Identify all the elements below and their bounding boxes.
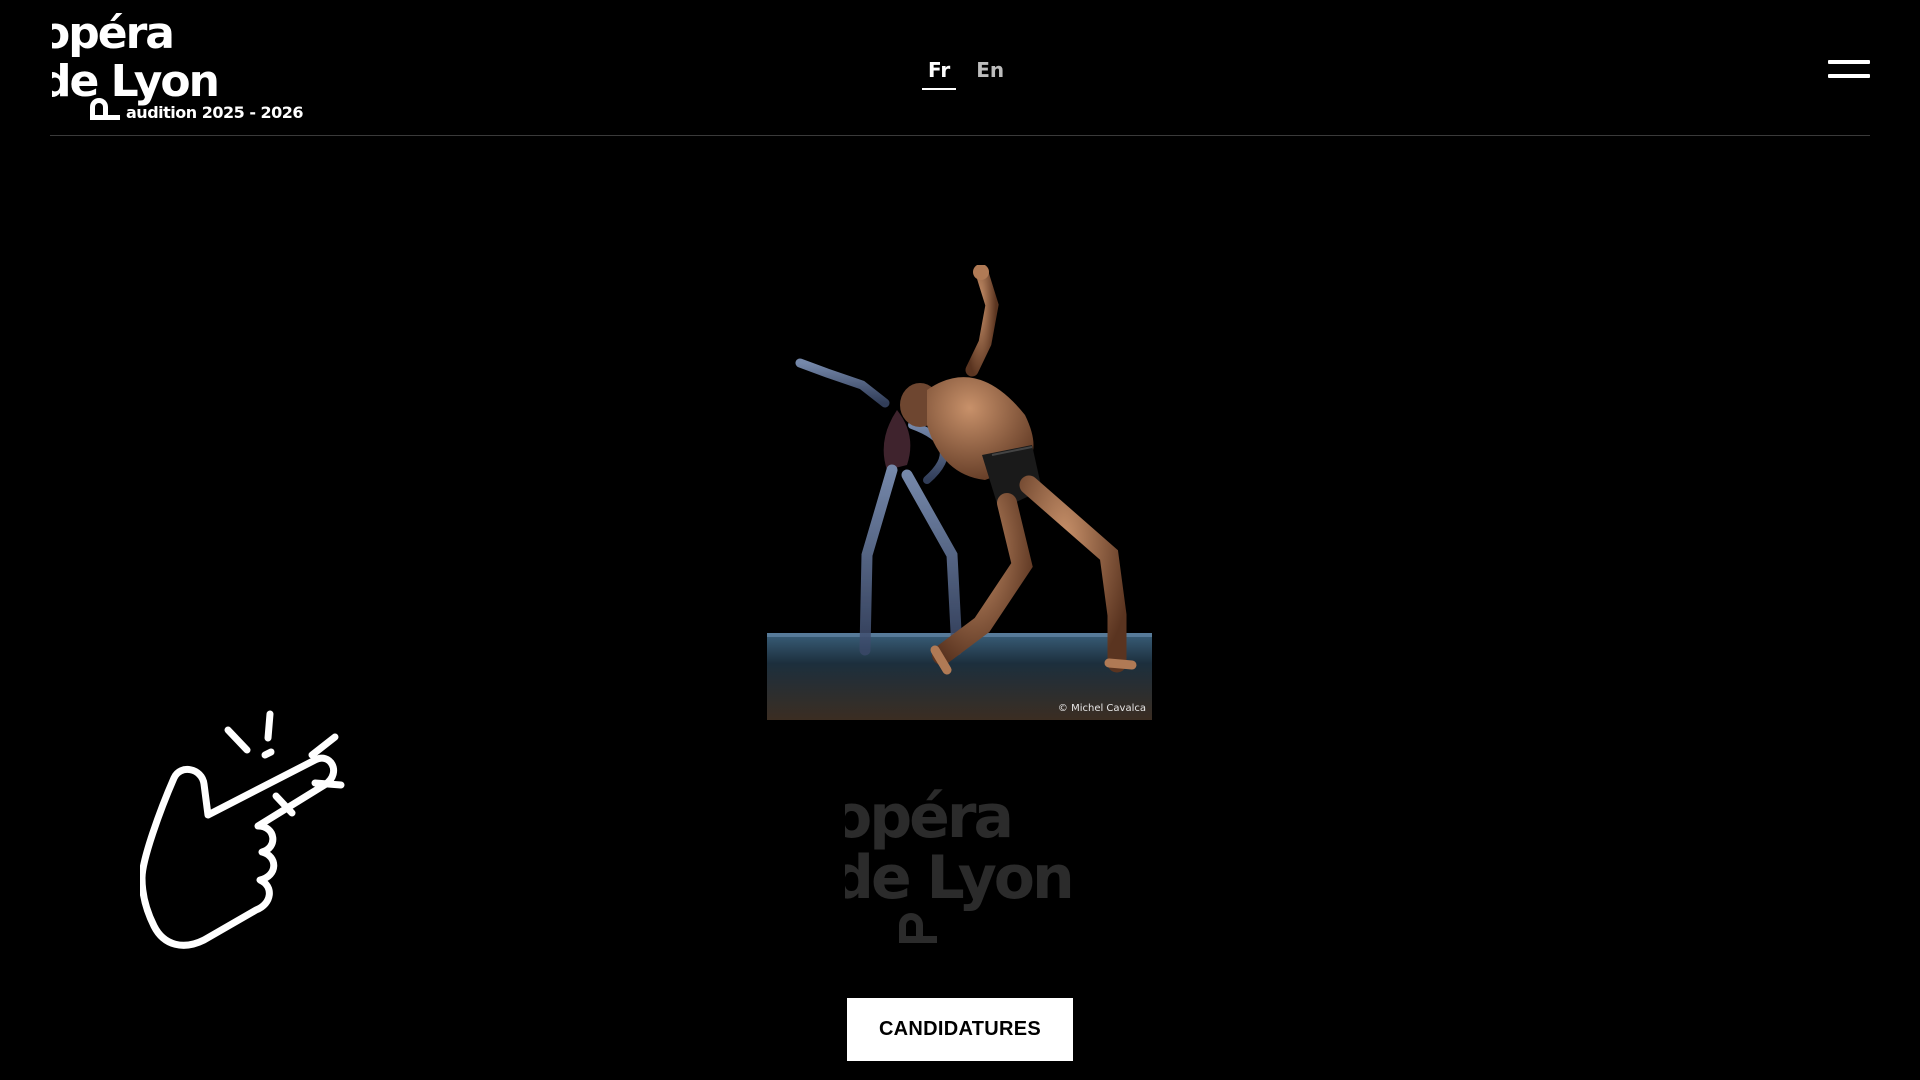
logo-line-1: opéra [52,8,175,59]
menu-bar-top [1828,60,1870,64]
language-option-en[interactable]: En [970,58,1010,90]
language-switcher: Fr En [922,58,1010,90]
watermark-logo-line-1: opéra [845,783,1014,852]
watermark-logo: opéra de Lyon [845,783,1095,963]
logo-line-2: de Lyon [52,56,220,107]
site-header: opéra de Lyon audition 2025 - 2026 Fr En [50,0,1870,136]
photo-credit: © Michel Cavalca [1057,703,1146,714]
dancers-photo [767,265,1152,720]
hero-image: © Michel Cavalca [767,265,1152,720]
menu-bar-bottom [1828,74,1870,78]
site-logo[interactable]: opéra de Lyon audition 2025 - 2026 [52,8,332,128]
pointing-hand-click-icon [140,710,345,949]
language-option-fr[interactable]: Fr [922,58,957,90]
watermark-logo-mark-icon [899,913,937,943]
watermark-logo-line-2: de Lyon [845,843,1075,913]
candidatures-button[interactable]: CANDIDATURES [847,998,1073,1061]
hamburger-menu-icon[interactable] [1828,58,1870,82]
logo-mark-icon [90,98,120,120]
logo-subtitle: audition 2025 - 2026 [126,103,304,122]
